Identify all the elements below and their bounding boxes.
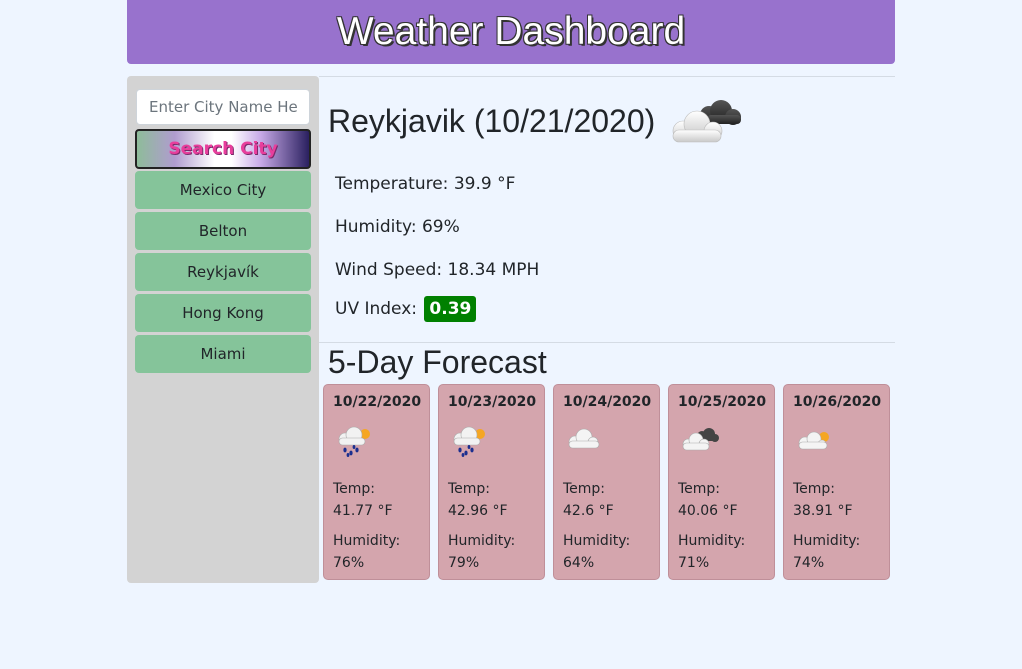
temperature-text: Temperature: 39.9 °F bbox=[335, 174, 516, 194]
humidity-value: 74% bbox=[793, 555, 825, 571]
temp-value: 40.06 °F bbox=[678, 503, 738, 519]
uv-index-row: UV Index: 0.39 bbox=[335, 296, 477, 322]
uv-index-badge: 0.39 bbox=[424, 296, 477, 322]
forecast-card: 10/26/2020 Temp: 38.91 °F Humidity: 74% bbox=[783, 384, 890, 580]
search-city-button[interactable]: Search City bbox=[135, 129, 311, 169]
humidity-value: 71% bbox=[678, 555, 710, 571]
humidity-value: 76% bbox=[333, 555, 365, 571]
forecast-card: 10/24/2020 Temp: 42.6 °F Humidity: 64% bbox=[553, 384, 660, 580]
temp-value: 42.96 °F bbox=[448, 503, 508, 519]
history-item-mexico-city[interactable]: Mexico City bbox=[135, 171, 311, 209]
temp-label: Temp: bbox=[563, 481, 606, 497]
broken-clouds-icon bbox=[682, 428, 719, 451]
search-history-list: Mexico City Belton Reykjavík Hong Kong M… bbox=[135, 171, 311, 376]
humidity-value: 79% bbox=[448, 555, 480, 571]
history-item-miami[interactable]: Miami bbox=[135, 335, 311, 373]
temp-value: 41.77 °F bbox=[333, 503, 393, 519]
humidity-label: Humidity: bbox=[448, 533, 516, 549]
app-header: Weather Dashboard bbox=[127, 0, 895, 64]
cloud-icon bbox=[568, 428, 600, 449]
forecast-date: 10/22/2020 bbox=[333, 394, 422, 410]
forecast-card: 10/25/2020 Temp: 40.06 °F Humidity: 71% bbox=[668, 384, 775, 580]
humidity-value: 64% bbox=[563, 555, 595, 571]
current-city-title: Reykjavik (10/21/2020) bbox=[328, 103, 656, 139]
humidity-label: Humidity: bbox=[678, 533, 746, 549]
temp-label: Temp: bbox=[793, 481, 836, 497]
forecast-cards: 10/22/2020 Temp: 41.77 °F Humidity: 76% 10… bbox=[323, 384, 893, 580]
history-item-reykjavik[interactable]: Reykjavík bbox=[135, 253, 311, 291]
humidity-label: Humidity: bbox=[333, 533, 401, 549]
main-content: Reykjavik (10/21/2020) Temperature: 39.9… bbox=[319, 76, 895, 580]
forecast-date: 10/23/2020 bbox=[448, 394, 537, 410]
rain-sun-icon bbox=[453, 426, 485, 457]
temp-value: 42.6 °F bbox=[563, 503, 614, 519]
divider bbox=[319, 342, 895, 343]
page-title: Weather Dashboard bbox=[336, 10, 686, 53]
humidity-text: Humidity: 69% bbox=[335, 217, 460, 237]
history-item-belton[interactable]: Belton bbox=[135, 212, 311, 250]
forecast-date: 10/24/2020 bbox=[563, 394, 652, 410]
overcast-clouds-icon bbox=[672, 100, 741, 143]
forecast-title: 5-Day Forecast bbox=[328, 344, 547, 380]
temp-value: 38.91 °F bbox=[793, 503, 853, 519]
forecast-date: 10/25/2020 bbox=[678, 394, 767, 410]
cloud-sun-icon bbox=[798, 431, 829, 450]
wind-speed-text: Wind Speed: 18.34 MPH bbox=[335, 260, 540, 280]
humidity-label: Humidity: bbox=[563, 533, 631, 549]
current-weather-panel: Reykjavik (10/21/2020) Temperature: 39.9… bbox=[319, 77, 895, 342]
humidity-label: Humidity: bbox=[793, 533, 861, 549]
uv-index-label: UV Index: bbox=[335, 299, 418, 319]
sidebar: Search City Mexico City Belton Reykjavík… bbox=[127, 76, 319, 583]
temp-label: Temp: bbox=[333, 481, 376, 497]
temp-label: Temp: bbox=[448, 481, 491, 497]
rain-sun-icon bbox=[338, 426, 370, 457]
forecast-card: 10/23/2020 Temp: 42.96 °F Humidity: 79% bbox=[438, 384, 545, 580]
temp-label: Temp: bbox=[678, 481, 721, 497]
history-item-hong-kong[interactable]: Hong Kong bbox=[135, 294, 311, 332]
forecast-date: 10/26/2020 bbox=[793, 394, 882, 410]
forecast-card: 10/22/2020 Temp: 41.77 °F Humidity: 76% bbox=[323, 384, 430, 580]
city-search-input[interactable] bbox=[136, 89, 310, 125]
